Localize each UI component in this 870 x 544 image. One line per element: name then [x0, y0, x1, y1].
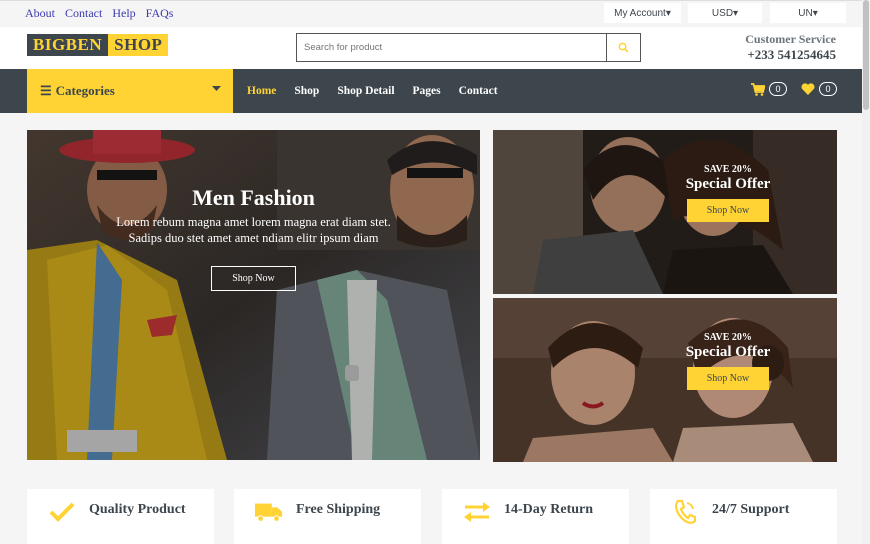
feature-label: 24/7 Support — [712, 502, 790, 517]
nav-item-home[interactable]: Home — [247, 85, 276, 97]
caret-down-icon — [212, 86, 221, 91]
currency-label: USD — [711, 7, 734, 19]
search-input[interactable] — [297, 34, 606, 61]
offer-shop-now-button-1[interactable]: Shop Now — [686, 199, 770, 222]
nav-item-pages[interactable]: Pages — [413, 85, 441, 97]
hero-title: Men Fashion — [192, 185, 315, 210]
cart-icon — [751, 82, 765, 96]
categories-label: Categories — [55, 83, 115, 98]
caret-down-icon: ▾ — [665, 7, 671, 19]
wishlist-count-badge: 0 — [819, 82, 837, 96]
nav-item-shop[interactable]: Shop — [294, 85, 319, 97]
faqs-link[interactable]: FAQs — [146, 6, 174, 21]
hero-text-line-1: Lorem rebum magna amet lorem magna erat … — [116, 215, 391, 229]
cart-count-badge: 0 — [769, 82, 787, 96]
caret-down-icon: ▾ — [812, 7, 818, 19]
search-form — [296, 33, 641, 62]
exchange-icon — [462, 500, 492, 524]
phone-icon — [670, 499, 700, 524]
cart-link[interactable]: 0 — [751, 82, 787, 96]
feature-quality-product: Quality Product — [27, 489, 214, 544]
hero-shop-now-button[interactable]: Shop Now — [211, 266, 296, 291]
currency-dropdown[interactable]: USD ▾ — [688, 3, 762, 23]
feature-free-shipping: Free Shipping — [234, 489, 421, 544]
wishlist-link[interactable]: 0 — [801, 82, 837, 96]
nav-item-contact[interactable]: Contact — [459, 85, 498, 97]
offer-caption-1: SAVE 20% Special Offer Shop Now — [663, 164, 793, 222]
hero-carousel[interactable]: Men Fashion Lorem rebum magna amet lorem… — [27, 130, 480, 460]
page-scrollbar[interactable] — [862, 0, 870, 544]
feature-14-day-return: 14-Day Return — [442, 489, 629, 544]
caret-down-icon: ▾ — [733, 7, 739, 19]
check-icon — [47, 500, 77, 524]
logo[interactable]: BIGBEN SHOP — [27, 34, 169, 56]
top-links: About Contact Help FAQs — [25, 6, 173, 21]
page: About Contact Help FAQs My Account ▾ USD ▾… — [0, 0, 862, 544]
header: BIGBEN SHOP Customer Service +233 541254… — [0, 27, 862, 69]
offer-shop-now-button-2[interactable]: Shop Now — [686, 367, 770, 390]
offer-banner-2[interactable]: SAVE 20% Special Offer Shop Now — [493, 298, 837, 462]
offer-save-1: SAVE 20% — [704, 164, 752, 175]
customer-service-title: Customer Service — [745, 32, 836, 46]
scrollbar-thumb[interactable] — [863, 0, 869, 110]
hero-caption: Men Fashion Lorem rebum magna amet lorem… — [27, 185, 480, 291]
my-account-dropdown[interactable]: My Account ▾ — [604, 3, 681, 23]
about-link[interactable]: About — [25, 6, 55, 21]
help-link[interactable]: Help — [112, 6, 135, 21]
offer-title-1: Special Offer — [685, 176, 771, 192]
my-account-label: My Account — [614, 7, 666, 19]
main-menu: Home Shop Shop Detail Pages Contact — [247, 69, 498, 113]
feature-label: Free Shipping — [296, 502, 381, 517]
feature-label: 14-Day Return — [504, 502, 594, 517]
logo-part-2: SHOP — [108, 34, 169, 56]
offer-caption-2: SAVE 20% Special Offer Shop Now — [663, 332, 793, 390]
language-label: UN — [798, 7, 813, 19]
hero-image — [27, 130, 480, 460]
feature-label: Quality Product — [89, 502, 186, 517]
categories-toggle[interactable]: ☰ Categories — [27, 69, 233, 113]
offer-save-2: SAVE 20% — [704, 332, 752, 343]
nav-item-shop-detail[interactable]: Shop Detail — [337, 85, 394, 97]
customer-service-phone: +233 541254645 — [747, 47, 836, 62]
navbar: ☰ Categories Home Shop Shop Detail Pages… — [0, 69, 862, 113]
hero-text-line-2: Sadips duo stet amet amet ndiam elitr ip… — [128, 231, 379, 245]
offer-title-2: Special Offer — [685, 344, 771, 360]
feature-24-7-support: 24/7 Support — [650, 489, 837, 544]
logo-part-1: BIGBEN — [27, 34, 109, 56]
contact-link[interactable]: Contact — [65, 6, 102, 21]
search-icon — [618, 42, 629, 53]
language-dropdown[interactable]: UN ▾ — [770, 3, 846, 23]
heart-icon — [801, 83, 815, 95]
truck-icon — [254, 500, 284, 524]
search-button[interactable] — [606, 34, 640, 61]
customer-service: Customer Service +233 541254645 — [745, 32, 836, 63]
offer-banner-1[interactable]: SAVE 20% Special Offer Shop Now — [493, 130, 837, 294]
menu-bars-icon: ☰ — [40, 83, 52, 98]
nav-icons: 0 0 — [751, 82, 837, 96]
